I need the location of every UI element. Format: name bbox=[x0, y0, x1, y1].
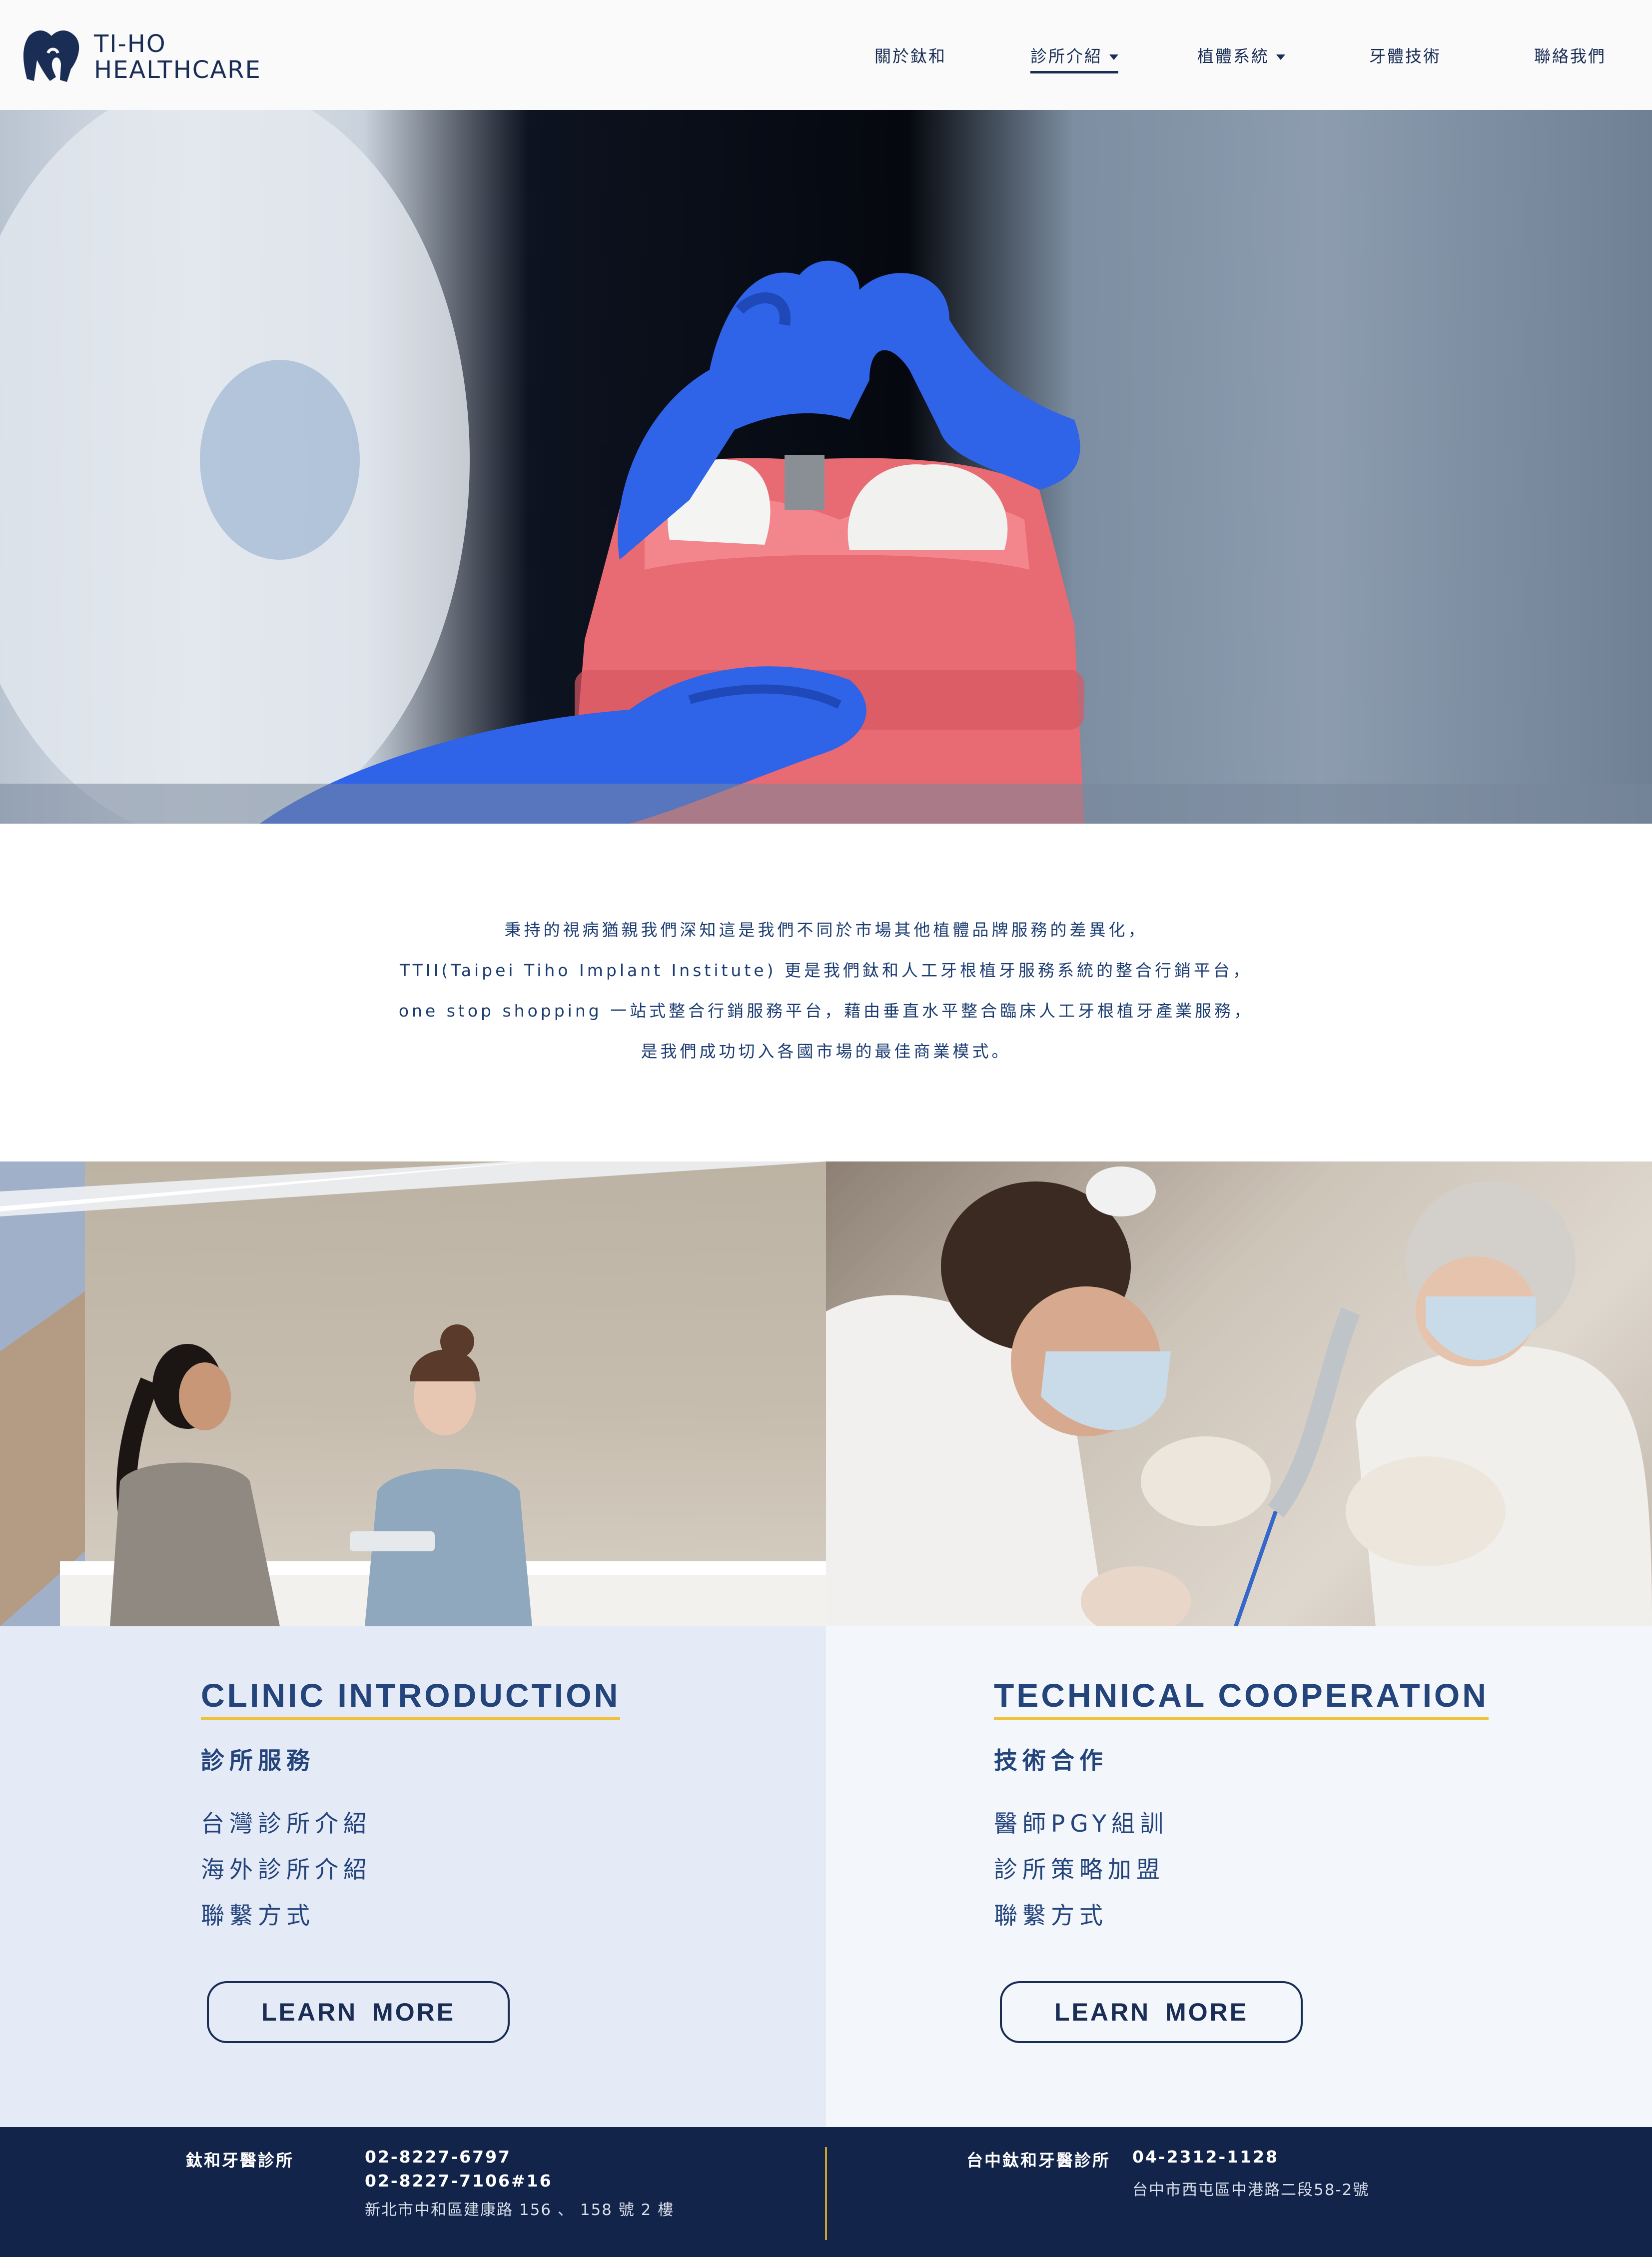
intro-text: 秉持的視病猶親我們深知這是我們不同於市場其他植體品牌服務的差異化， TTII(T… bbox=[0, 910, 1652, 1072]
clinic-link-list: 台灣診所介紹 海外診所介紹 聯繫方式 bbox=[201, 1801, 372, 1939]
clinic-section-subtitle: 診所服務 bbox=[201, 1747, 315, 1775]
intro-line-4: 是我們成功切入各國市場的最佳商業模式。 bbox=[641, 1042, 1011, 1061]
nav-implant[interactable]: 植體系統 bbox=[1197, 43, 1285, 67]
dental-model-illustration bbox=[0, 110, 1084, 824]
nav-contact[interactable]: 聯絡我們 bbox=[1534, 43, 1606, 67]
hero-image bbox=[0, 110, 1652, 824]
technical-link-contact[interactable]: 聯繫方式 bbox=[994, 1893, 1168, 1939]
clinic-learn-more-button[interactable]: LEARN MORE bbox=[207, 1981, 510, 2043]
footer-address-right: 台中市西屯區中港路二段58-2號 bbox=[1132, 2181, 1370, 2199]
footer-clinic-name-left: 鈦和牙醫診所 bbox=[186, 2151, 294, 2170]
technical-section-subtitle: 技術合作 bbox=[994, 1747, 1108, 1775]
clinic-reception-photo bbox=[0, 1161, 826, 1626]
technical-link-pgy[interactable]: 醫師PGY組訓 bbox=[994, 1801, 1168, 1847]
dentist-illustration bbox=[826, 1161, 1652, 1626]
technical-link-list: 醫師PGY組訓 診所策略加盟 聯繫方式 bbox=[994, 1801, 1168, 1939]
hero-bottom-band bbox=[0, 784, 1652, 824]
technical-learn-more-button[interactable]: LEARN MORE bbox=[1000, 1981, 1303, 2043]
footer-clinic-name-right: 台中鈦和牙醫診所 bbox=[966, 2151, 1110, 2170]
nav-about-label: 關於鈦和 bbox=[874, 46, 946, 66]
intro-line-1: 秉持的視病猶親我們深知這是我們不同於市場其他植體品牌服務的差異化， bbox=[504, 920, 1148, 940]
footer-phone-right[interactable]: 04-2312-1128 bbox=[1132, 2147, 1279, 2167]
intro-line-2: TTII(Taipei Tiho Implant Institute) 更是我們… bbox=[400, 961, 1252, 980]
nav-clinic-label: 診所介紹 bbox=[1030, 46, 1102, 66]
nav-clinic[interactable]: 診所介紹 bbox=[1030, 43, 1118, 73]
nav-contact-label: 聯絡我們 bbox=[1534, 46, 1606, 66]
main-nav: 關於鈦和 診所介紹 植體系統 牙體技術 聯絡我們 bbox=[0, 0, 1652, 110]
nav-implant-label: 植體系統 bbox=[1197, 46, 1269, 66]
footer-phone-left-2[interactable]: 02-8227-7106#16 bbox=[365, 2171, 553, 2191]
clinic-link-overseas[interactable]: 海外診所介紹 bbox=[201, 1847, 372, 1893]
footer-address-left: 新北市中和區建康路 156 、 158 號 2 樓 bbox=[365, 2201, 675, 2219]
clinic-link-taiwan[interactable]: 台灣診所介紹 bbox=[201, 1801, 372, 1847]
site-header: TI-HO HEALTHCARE 關於鈦和 診所介紹 植體系統 牙體技術 聯絡我… bbox=[0, 0, 1652, 111]
site-footer: 鈦和牙醫診所 02-8227-6797 02-8227-7106#16 新北市中… bbox=[0, 2127, 1652, 2257]
chevron-down-icon bbox=[1276, 54, 1285, 60]
technical-link-franchise[interactable]: 診所策略加盟 bbox=[994, 1847, 1168, 1893]
clinic-link-contact[interactable]: 聯繫方式 bbox=[201, 1893, 372, 1939]
technical-cooperation-panel: TECHNICAL COOPERATION 技術合作 醫師PGY組訓 診所策略加… bbox=[826, 1626, 1652, 2127]
technical-section-title: TECHNICAL COOPERATION bbox=[994, 1676, 1489, 1720]
nav-about[interactable]: 關於鈦和 bbox=[874, 43, 946, 67]
dentist-treatment-photo bbox=[826, 1161, 1652, 1626]
reception-illustration bbox=[0, 1161, 826, 1626]
nav-tech-label: 牙體技術 bbox=[1369, 46, 1441, 66]
footer-phone-left-1[interactable]: 02-8227-6797 bbox=[365, 2147, 511, 2167]
chevron-down-icon bbox=[1109, 54, 1118, 60]
intro-line-3: one stop shopping 一站式整合行銷服務平台，藉由垂直水平整合臨床… bbox=[398, 1001, 1254, 1021]
clinic-section-title: CLINIC INTRODUCTION bbox=[201, 1676, 621, 1720]
footer-divider bbox=[825, 2147, 827, 2240]
clinic-introduction-panel: CLINIC INTRODUCTION 診所服務 台灣診所介紹 海外診所介紹 聯… bbox=[0, 1626, 826, 2127]
nav-tech[interactable]: 牙體技術 bbox=[1369, 43, 1441, 67]
